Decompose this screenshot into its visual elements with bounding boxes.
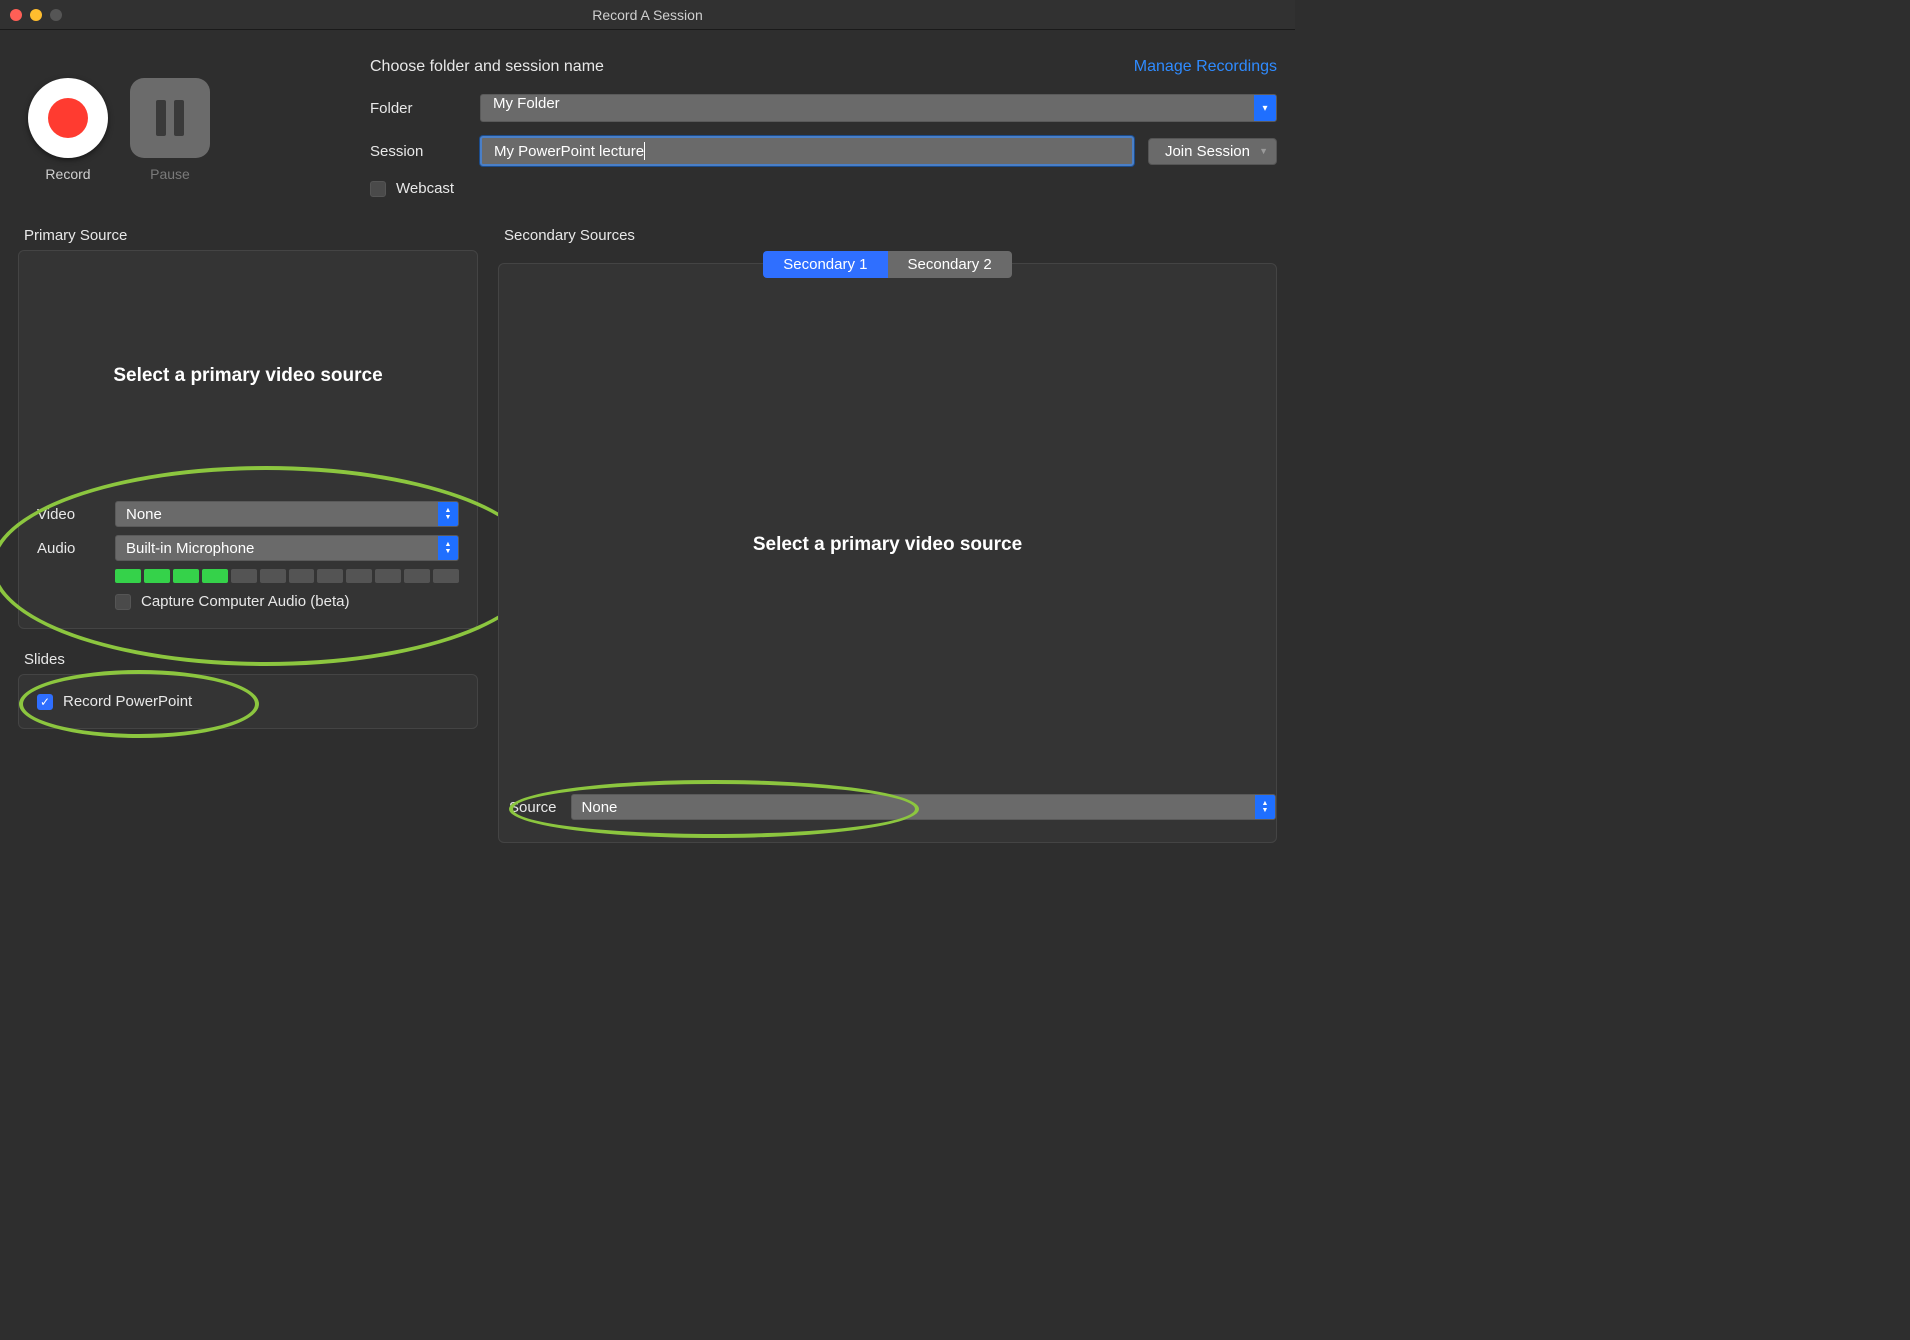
window-title: Record A Session	[10, 7, 1285, 23]
pause-label: Pause	[150, 166, 190, 182]
webcast-checkbox[interactable]	[370, 181, 386, 197]
manage-recordings-link[interactable]: Manage Recordings	[1134, 58, 1277, 76]
level-segment	[404, 569, 430, 583]
record-powerpoint-checkbox[interactable]: ✓	[37, 694, 53, 710]
audio-dropdown[interactable]: Built-in Microphone ▲▼	[115, 535, 459, 561]
titlebar: Record A Session	[0, 0, 1295, 30]
primary-placeholder: Select a primary video source	[37, 251, 459, 501]
level-segment	[346, 569, 372, 583]
tab-secondary-2[interactable]: Secondary 2	[888, 251, 1012, 278]
level-segment	[173, 569, 199, 583]
pause-icon	[156, 100, 166, 136]
level-segment	[260, 569, 286, 583]
record-label: Record	[45, 166, 90, 182]
session-value: My PowerPoint lecture	[494, 143, 644, 160]
audio-label: Audio	[37, 540, 105, 557]
session-input[interactable]: My PowerPoint lecture	[480, 136, 1134, 166]
session-label: Session	[370, 143, 480, 160]
webcast-label: Webcast	[396, 180, 454, 197]
level-segment	[375, 569, 401, 583]
text-cursor	[644, 142, 645, 160]
folder-dropdown[interactable]: My Folder ▾	[480, 94, 1277, 122]
chevron-updown-icon: ▲▼	[1255, 795, 1275, 819]
pause-icon	[174, 100, 184, 136]
chevron-updown-icon: ▲▼	[438, 502, 458, 526]
primary-source-header: Primary Source	[18, 227, 478, 244]
secondary-tabs: Secondary 1 Secondary 2	[498, 251, 1277, 278]
primary-source-panel: Select a primary video source Video None…	[18, 250, 478, 629]
chevron-updown-icon: ▲▼	[438, 536, 458, 560]
record-powerpoint-label: Record PowerPoint	[63, 693, 192, 710]
video-dropdown[interactable]: None ▲▼	[115, 501, 459, 527]
level-segment	[202, 569, 228, 583]
secondary-source-panel: Select a primary video source Source Non…	[498, 263, 1277, 843]
level-segment	[231, 569, 257, 583]
slides-panel: ✓ Record PowerPoint	[18, 674, 478, 729]
level-segment	[115, 569, 141, 583]
slides-header: Slides	[18, 651, 478, 668]
capture-computer-audio-label: Capture Computer Audio (beta)	[141, 593, 349, 610]
capture-computer-audio-checkbox[interactable]	[115, 594, 131, 610]
source-label: Source	[509, 799, 557, 816]
close-window-button[interactable]	[10, 9, 22, 21]
join-session-button[interactable]: Join Session ▼	[1148, 138, 1277, 165]
chevron-down-icon: ▾	[1254, 95, 1276, 121]
level-segment	[144, 569, 170, 583]
level-segment	[317, 569, 343, 583]
zoom-window-button[interactable]	[50, 9, 62, 21]
audio-level-meter	[115, 569, 459, 583]
record-button[interactable]	[28, 78, 108, 158]
secondary-placeholder: Select a primary video source	[499, 248, 1276, 842]
window-controls	[10, 9, 62, 21]
minimize-window-button[interactable]	[30, 9, 42, 21]
folder-value: My Folder	[493, 95, 560, 112]
folder-label: Folder	[370, 100, 480, 117]
form-header: Choose folder and session name	[370, 58, 604, 76]
source-dropdown[interactable]: None ▲▼	[571, 794, 1276, 820]
record-icon	[48, 98, 88, 138]
chevron-down-icon: ▼	[1259, 146, 1268, 156]
pause-button[interactable]	[130, 78, 210, 158]
level-segment	[289, 569, 315, 583]
tab-secondary-1[interactable]: Secondary 1	[763, 251, 887, 278]
video-label: Video	[37, 506, 105, 523]
level-segment	[433, 569, 459, 583]
secondary-sources-header: Secondary Sources	[498, 227, 1277, 244]
recording-controls: Record Pause	[18, 48, 220, 182]
